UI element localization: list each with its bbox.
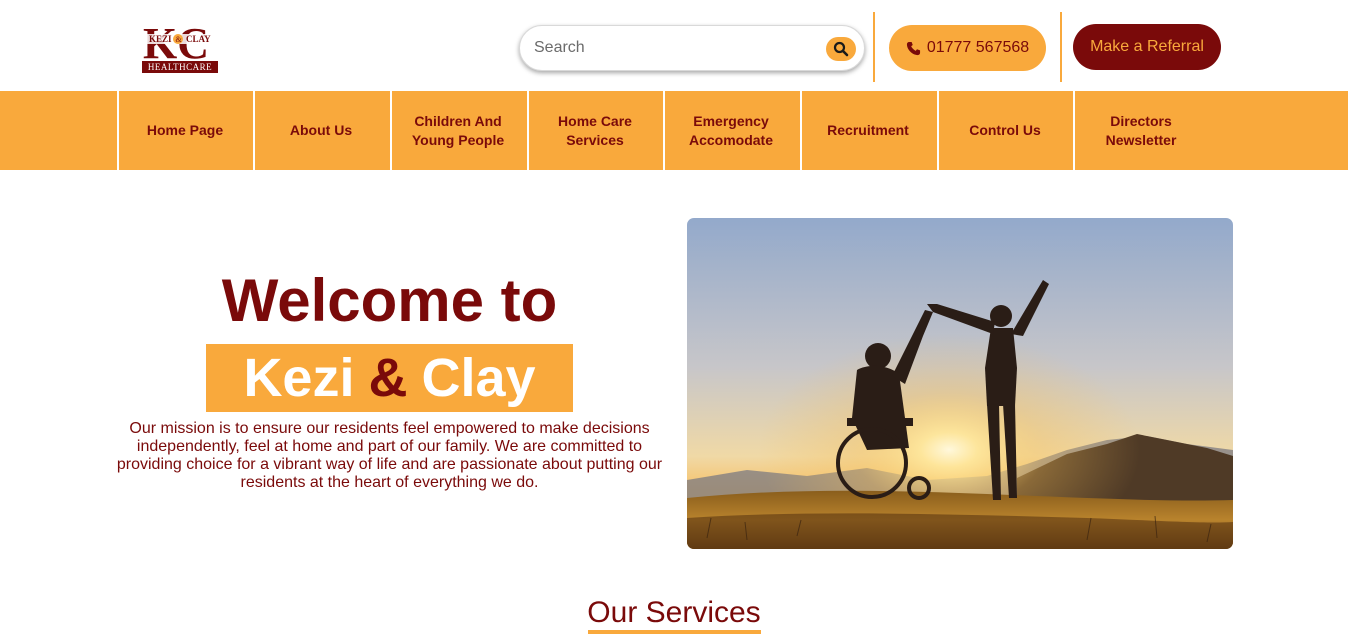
phone-icon (906, 41, 920, 55)
nav-item-about-us[interactable]: About Us (253, 91, 387, 170)
logo-healthcare-strip: HEALTHCARE (142, 61, 218, 73)
site-logo[interactable]: KC KEZI & CLAY HEALTHCARE (141, 20, 219, 74)
logo-small-text: KEZI (149, 34, 172, 44)
nav-item-directors-newsletter[interactable]: Directors Newsletter (1073, 91, 1207, 170)
nav-item-control-us[interactable]: Control Us (937, 91, 1071, 170)
header-divider (873, 12, 875, 82)
our-services-heading: Our Services (587, 596, 761, 629)
nav-item-home[interactable]: Home Page (117, 91, 251, 170)
services-heading-underline (588, 630, 761, 634)
nav-item-children-young-people[interactable]: Children And Young People (390, 91, 524, 170)
search-bar[interactable] (519, 25, 865, 71)
hero-image (687, 218, 1233, 549)
make-referral-button[interactable]: Make a Referral (1073, 24, 1221, 70)
site-header: KC KEZI & CLAY HEALTHCARE 01777 567568 M… (0, 0, 1348, 91)
svg-text:CLAY: CLAY (186, 34, 211, 44)
svg-text:&: & (176, 35, 183, 44)
search-icon (833, 41, 849, 57)
brand-clay: Clay (421, 348, 536, 408)
mission-statement: Our mission is to ensure our residents f… (116, 420, 663, 491)
main-navigation: Home Page About Us Children And Young Pe… (0, 91, 1348, 170)
hero-welcome-heading: Welcome to (221, 267, 558, 334)
phone-button[interactable]: 01777 567568 (889, 25, 1046, 71)
kezi-clay-logo-mark: KC KEZI & CLAY (143, 20, 213, 60)
nav-item-home-care-services[interactable]: Home Care Services (527, 91, 661, 170)
search-input[interactable] (534, 39, 814, 57)
sunset-silhouette-illustration (687, 218, 1233, 549)
header-divider (1060, 12, 1062, 82)
nav-item-emergency-accomodate[interactable]: Emergency Accomodate (663, 91, 797, 170)
brand-kezi: Kezi (243, 348, 355, 408)
nav-item-recruitment[interactable]: Recruitment (800, 91, 934, 170)
phone-number: 01777 567568 (926, 39, 1030, 56)
brand-ampersand: & (368, 348, 408, 408)
hero-brand-name: Kezi & Clay (206, 344, 573, 412)
search-button[interactable] (826, 37, 856, 61)
